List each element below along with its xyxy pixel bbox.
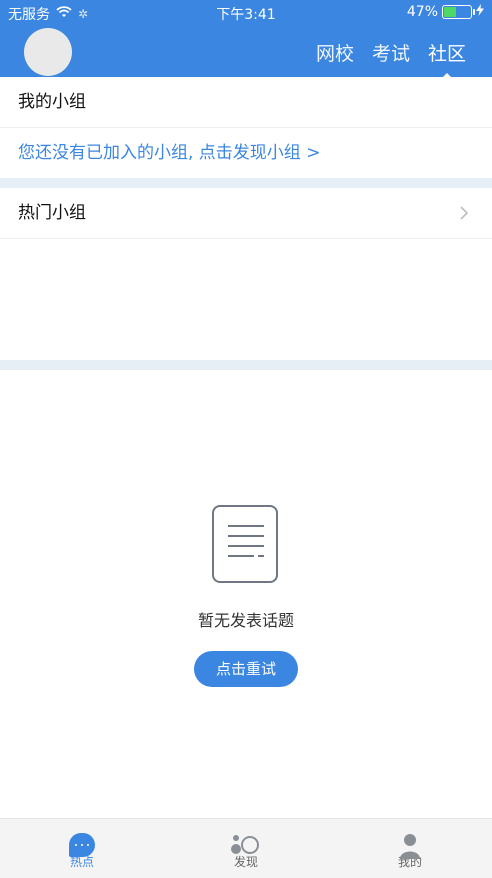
tabbar-item-hot[interactable]: 热点 <box>32 827 132 870</box>
section-separator <box>0 178 492 188</box>
topics-empty-area <box>0 370 492 818</box>
avatar[interactable] <box>24 28 72 76</box>
tab-label: 网校 <box>315 43 354 65</box>
tab-label: 社区 <box>427 43 466 65</box>
hot-groups-title: 热门小组 <box>18 203 86 223</box>
charging-icon <box>476 4 484 20</box>
profile-icon <box>400 833 420 859</box>
status-bar: 无服务 ✲ 下午3:41 47% <box>0 0 492 24</box>
my-group-title: 我的小组 <box>18 92 86 112</box>
chat-bubble-icon <box>69 833 95 857</box>
discover-groups-link-row[interactable]: 您还没有已加入的小组, 点击发现小组 > <box>0 128 492 178</box>
my-group-header: 我的小组 <box>0 77 492 127</box>
discover-groups-link[interactable]: 您还没有已加入的小组, 点击发现小组 > <box>0 128 492 178</box>
status-right: 47% <box>407 4 484 20</box>
tab-community[interactable]: 社区 <box>427 39 466 79</box>
tab-exam[interactable]: 考试 <box>372 39 410 66</box>
empty-document-icon <box>212 505 278 583</box>
tab-label: 考试 <box>371 43 410 65</box>
battery-percent: 47% <box>406 4 438 20</box>
discover-icon <box>228 833 264 859</box>
tab-online-school[interactable]: 网校 <box>316 39 354 66</box>
section-separator <box>0 360 492 370</box>
tabbar-item-mine[interactable]: 我的 <box>360 827 460 870</box>
retry-button[interactable]: 点击重试 <box>194 651 298 687</box>
hot-groups-row[interactable]: 热门小组 <box>0 188 492 238</box>
chevron-right-icon <box>460 206 472 220</box>
header-tabs: 网校 考试 社区 <box>316 39 466 79</box>
tabbar-item-discover[interactable]: 发现 <box>196 827 296 870</box>
bottom-tabbar: 热点 发现 我的 <box>0 818 492 878</box>
top-bar: 无服务 ✲ 下午3:41 47% 网校 考试 社区 <box>0 0 492 79</box>
divider <box>0 238 492 239</box>
empty-topics-text: 暂无发表话题 <box>197 611 294 630</box>
battery-icon <box>442 5 475 19</box>
